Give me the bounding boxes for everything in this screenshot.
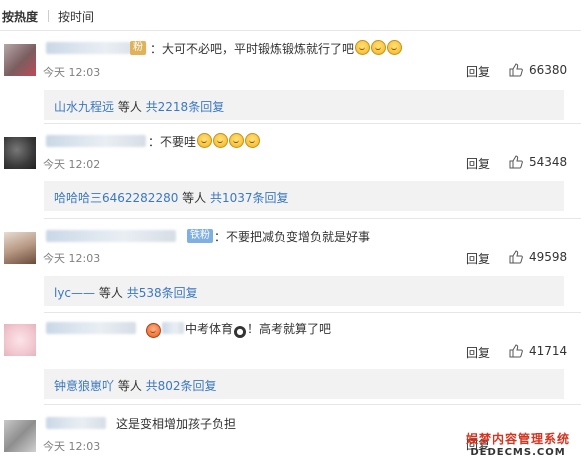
avatar[interactable] [4, 232, 36, 264]
comment-time: 今天 12:03 [43, 66, 101, 79]
divider [44, 312, 581, 313]
subreply-mid: 等人 [178, 191, 210, 205]
divider [44, 123, 581, 124]
divider [44, 218, 581, 219]
comment-text: 不要把减负变增负就是好事 [226, 230, 371, 244]
reply-button[interactable]: 回复 [466, 63, 490, 80]
reply-button[interactable]: 回复 [466, 344, 490, 361]
subreply-user[interactable]: 哈哈哈三6462282280 [54, 191, 178, 205]
comment-time: 今天 12:02 [43, 158, 101, 171]
avatar[interactable] [4, 324, 36, 356]
sort-tabs: 按热度 按时间 [0, 0, 581, 31]
subreply-summary[interactable]: 山水九程远 等人 共2218条回复 [44, 90, 564, 120]
tab-hot[interactable]: 按热度 [2, 8, 38, 25]
laugh-cry-emoji-icon [245, 133, 261, 148]
laugh-cry-emoji-icon [229, 133, 245, 148]
watermark-title: 娱梦内容管理系统 [465, 432, 570, 446]
subreply-mid: 等人 [95, 286, 127, 300]
comment-text: 不要哇 [160, 133, 261, 150]
comment-time: 今天 12:03 [43, 252, 101, 265]
like-count: 54348 [529, 155, 568, 169]
subreply-summary[interactable]: 哈哈哈三6462282280 等人 共1037条回复 [44, 181, 564, 211]
comment-text-content: 中考体育 [185, 322, 234, 336]
subreply-count-link[interactable]: 共2218条回复 [146, 100, 225, 114]
colon: ： [148, 135, 161, 149]
thumb-up-icon[interactable] [509, 155, 523, 169]
tab-separator [48, 10, 49, 22]
username-blurred[interactable] [46, 135, 146, 147]
laugh-cry-emoji-icon [213, 133, 229, 148]
colon: ： [150, 42, 163, 56]
avatar[interactable] [4, 137, 36, 169]
subreply-user[interactable]: 钟意狼崽吖 [54, 379, 114, 393]
laugh-cry-emoji-icon [387, 40, 403, 55]
thumb-up-icon[interactable] [509, 250, 523, 264]
angry-emoji-icon [146, 323, 161, 338]
chat-bubble-icon: ● [234, 326, 247, 338]
thumb-up-icon[interactable] [509, 344, 523, 358]
reply-button[interactable]: 回复 [466, 155, 490, 172]
reply-button[interactable]: 回复 [466, 250, 490, 267]
comment-text-content: ！高考就算了吧 [247, 322, 332, 336]
colon: ： [214, 230, 227, 244]
subreply-mid: 等人 [114, 379, 146, 393]
subreply-summary[interactable]: lyc—— 等人 共538条回复 [44, 276, 564, 306]
fan-badge: 粉 [130, 41, 146, 55]
comment-text: 大可不必吧，平时锻炼锻炼就行了吧 [162, 40, 403, 57]
like-count: 41714 [529, 344, 568, 358]
divider [44, 404, 581, 405]
subreply-summary[interactable]: 钟意狼崽吖 等人 共802条回复 [44, 369, 564, 399]
avatar[interactable] [4, 44, 36, 76]
laugh-cry-emoji-icon [355, 40, 371, 55]
like-count: 49598 [529, 250, 568, 264]
site-watermark: 娱梦内容管理系统 DEDECMS.COM [456, 430, 580, 464]
laugh-cry-emoji-icon [371, 40, 387, 55]
username-blurred[interactable] [46, 322, 136, 334]
username-blurred [162, 322, 184, 334]
username-blurred[interactable] [46, 417, 106, 429]
comment-text-content: 大可不必吧，平时锻炼锻炼就行了吧 [162, 42, 355, 56]
comment-time: 今天 12:03 [43, 440, 101, 453]
tab-time[interactable]: 按时间 [58, 8, 94, 25]
avatar[interactable] [4, 420, 36, 452]
like-count: 66380 [529, 63, 568, 77]
laugh-cry-emoji-icon [197, 133, 213, 148]
thumb-up-icon[interactable] [509, 63, 523, 77]
comment-text-content: 不要哇 [160, 135, 197, 149]
comment-text: 这是变相增加孩子负担 [116, 417, 237, 431]
subreply-count-link[interactable]: 共1037条回复 [210, 191, 289, 205]
watermark-domain: DEDECMS.COM [470, 447, 566, 458]
iron-fan-badge: 铁粉 [187, 229, 213, 243]
subreply-count-link[interactable]: 共538条回复 [127, 286, 198, 300]
comment-text: 中考体育 ● ！高考就算了吧 [185, 320, 331, 338]
subreply-count-link[interactable]: 共802条回复 [146, 379, 217, 393]
subreply-mid: 等人 [114, 100, 146, 114]
username-blurred[interactable] [46, 230, 176, 242]
subreply-user[interactable]: 山水九程远 [54, 100, 114, 114]
subreply-user[interactable]: lyc—— [54, 286, 95, 300]
